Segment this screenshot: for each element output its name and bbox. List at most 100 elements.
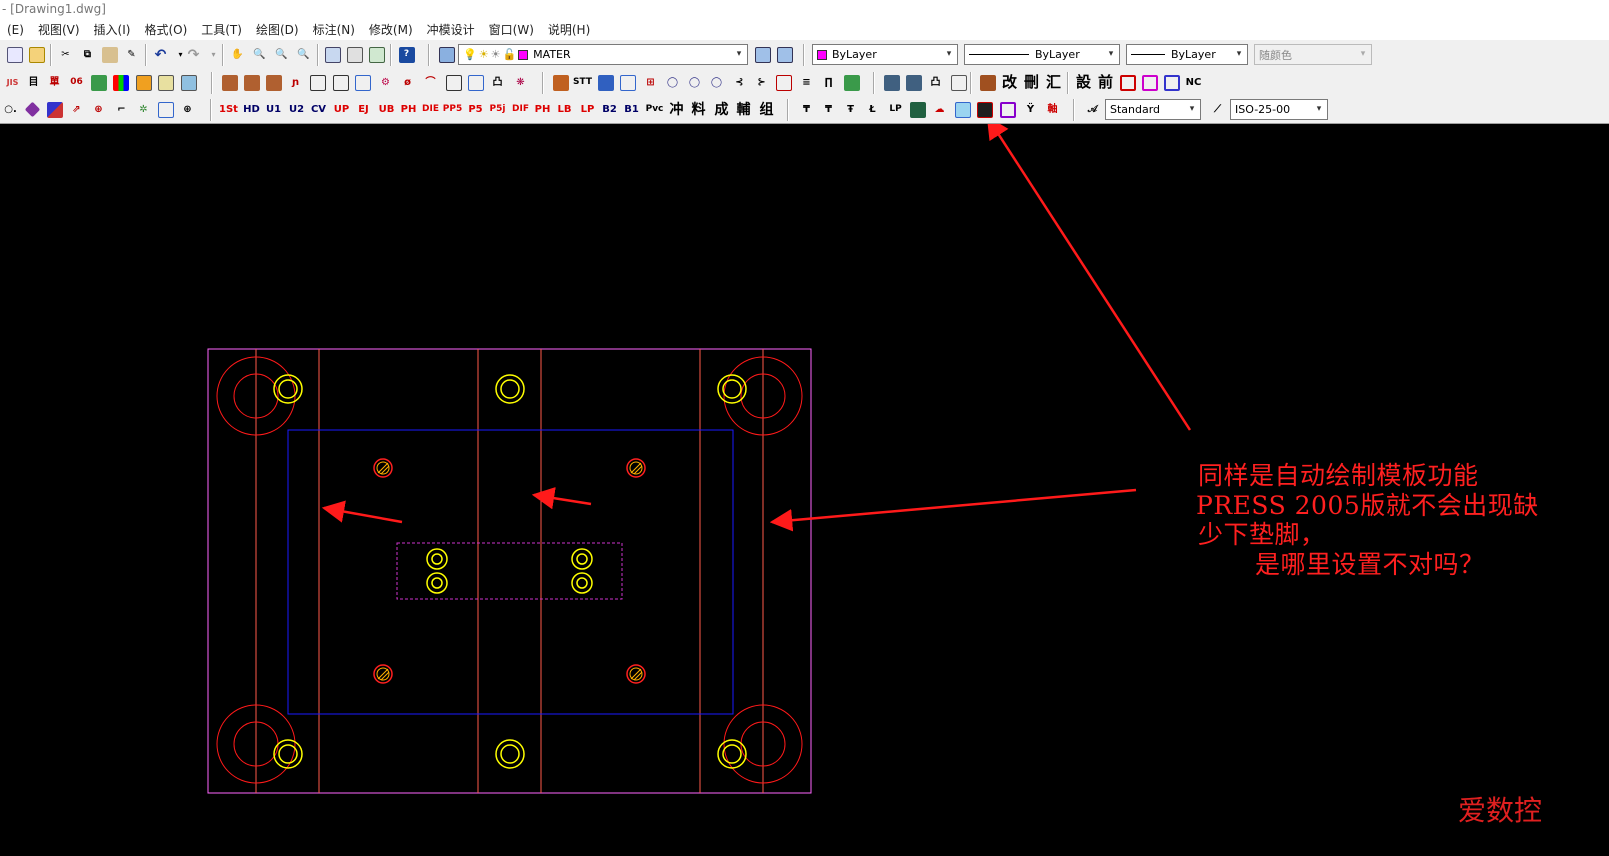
tool-icon[interactable] bbox=[44, 99, 65, 120]
circle-icon[interactable]: ◯ bbox=[706, 72, 727, 93]
die-icon[interactable] bbox=[263, 72, 284, 93]
punch-tool-icon[interactable]: ₸ bbox=[818, 99, 839, 120]
dim-style-icon[interactable]: ⟋ bbox=[1207, 99, 1228, 120]
tool-icon[interactable]: ⊞ bbox=[640, 72, 661, 93]
tool-icon[interactable]: ø bbox=[397, 72, 418, 93]
paste-icon[interactable] bbox=[99, 44, 120, 65]
table-icon[interactable] bbox=[133, 72, 154, 93]
tool-icon[interactable] bbox=[465, 72, 486, 93]
zoom-window-icon[interactable]: 🔍 bbox=[271, 44, 292, 65]
tool-icon[interactable]: ≡ bbox=[796, 72, 817, 93]
cut-icon[interactable]: ✂ bbox=[55, 44, 76, 65]
tool-icon[interactable]: ⌒ bbox=[420, 72, 441, 93]
auxiliary-icon[interactable]: 輔 bbox=[733, 99, 754, 120]
parts-icon[interactable]: 單 bbox=[44, 72, 65, 93]
part-icon[interactable]: U2 bbox=[286, 99, 307, 120]
tool-icon[interactable] bbox=[974, 99, 995, 120]
tool-icon[interactable]: 軸 bbox=[1042, 99, 1063, 120]
tool-icon[interactable] bbox=[948, 72, 969, 93]
part-icon[interactable]: PH bbox=[398, 99, 419, 120]
tool-icon[interactable] bbox=[1117, 72, 1138, 93]
part-icon[interactable]: UP bbox=[331, 99, 352, 120]
tool-icon[interactable] bbox=[550, 72, 571, 93]
menu-modify[interactable]: 修改(M) bbox=[362, 20, 420, 40]
tool-icon[interactable] bbox=[22, 99, 43, 120]
sheet-icon[interactable] bbox=[155, 72, 176, 93]
part-icon[interactable]: Pvc bbox=[644, 99, 665, 120]
menu-insert[interactable]: 插入(I) bbox=[87, 20, 138, 40]
punch-tool-icon[interactable]: Ŧ bbox=[840, 99, 861, 120]
punch-tool-icon[interactable]: Ł bbox=[862, 99, 883, 120]
tool-icon[interactable]: ⊕ bbox=[88, 99, 109, 120]
match-properties-icon[interactable]: ✎ bbox=[121, 44, 142, 65]
menu-edit[interactable]: (E) bbox=[0, 20, 31, 40]
part-icon[interactable]: HD bbox=[241, 99, 262, 120]
part-icon[interactable]: UB bbox=[376, 99, 397, 120]
dim-style-combo[interactable]: ISO-25-00 ▾ bbox=[1230, 99, 1328, 120]
part-icon[interactable]: P5 bbox=[465, 99, 486, 120]
part-icon[interactable]: LB bbox=[554, 99, 575, 120]
new-icon[interactable] bbox=[4, 44, 25, 65]
tool-icon[interactable]: ⊕ bbox=[177, 99, 198, 120]
copy-icon[interactable]: ⧉ bbox=[77, 44, 98, 65]
zoom-realtime-icon[interactable]: 🔍 bbox=[249, 44, 270, 65]
layer-combo[interactable]: 💡 ☀ ☀ 🔓 MATER ▾ bbox=[458, 44, 748, 65]
tool-icon[interactable] bbox=[907, 99, 928, 120]
menu-format[interactable]: 格式(O) bbox=[137, 20, 194, 40]
stt-icon[interactable]: STT bbox=[572, 72, 593, 93]
pan-icon[interactable]: ✋ bbox=[227, 44, 248, 65]
part-icon[interactable]: EJ bbox=[353, 99, 374, 120]
group-icon[interactable]: 组 bbox=[756, 99, 777, 120]
tool-icon[interactable]: 凸 bbox=[925, 72, 946, 93]
tool-icon[interactable]: ✲ bbox=[133, 99, 154, 120]
part-icon[interactable]: B1 bbox=[621, 99, 642, 120]
nc-icon[interactable]: NC bbox=[1183, 72, 1204, 93]
menu-dimension[interactable]: 标注(N) bbox=[306, 20, 362, 40]
tool-icon[interactable] bbox=[1161, 72, 1182, 93]
tool-icon[interactable]: 凸 bbox=[487, 72, 508, 93]
drawing-canvas[interactable]: 同样是自动绘制模板功能 PRESS 2005版就不会出现缺 少下垫脚， 是哪里设… bbox=[0, 124, 1609, 856]
punch-icon[interactable]: 冲 bbox=[666, 99, 687, 120]
tool-icon[interactable] bbox=[155, 99, 176, 120]
redo-dropdown-icon[interactable]: ▾ bbox=[203, 44, 224, 65]
open-icon[interactable] bbox=[26, 44, 47, 65]
color-grid-icon[interactable] bbox=[110, 72, 131, 93]
modify-icon[interactable]: 改 bbox=[999, 72, 1020, 93]
tool-icon[interactable] bbox=[773, 72, 794, 93]
layer-properties-icon[interactable] bbox=[436, 44, 457, 65]
menu-tools[interactable]: 工具(T) bbox=[194, 20, 249, 40]
tool-icon[interactable] bbox=[841, 72, 862, 93]
palette-icon[interactable] bbox=[88, 72, 109, 93]
tool-icon[interactable]: JIS bbox=[2, 72, 23, 93]
tool-icon[interactable]: ∏ bbox=[818, 72, 839, 93]
menu-die-design[interactable]: 冲模设计 bbox=[420, 20, 482, 40]
tool-icon[interactable] bbox=[595, 72, 616, 93]
text-style-combo[interactable]: Standard ▾ bbox=[1105, 99, 1201, 120]
tool-icon[interactable] bbox=[443, 72, 464, 93]
tool-icon[interactable]: ❋ bbox=[510, 72, 531, 93]
lineweight-combo[interactable]: ByLayer ▾ bbox=[1126, 44, 1248, 65]
tool-icon[interactable] bbox=[1139, 72, 1160, 93]
delete-icon[interactable]: 刪 bbox=[1021, 72, 1042, 93]
part-icon[interactable]: PH bbox=[532, 99, 553, 120]
menu-view[interactable]: 视图(V) bbox=[31, 20, 87, 40]
properties-icon[interactable] bbox=[322, 44, 343, 65]
punch-tool-icon[interactable]: ₸ bbox=[796, 99, 817, 120]
menu-draw[interactable]: 绘图(D) bbox=[249, 20, 306, 40]
part-icon[interactable]: PP5 bbox=[442, 99, 463, 120]
tool-icon[interactable] bbox=[977, 72, 998, 93]
circle-icon[interactable]: ◯ bbox=[662, 72, 683, 93]
bend-icon[interactable]: ɲ bbox=[285, 72, 306, 93]
front-icon[interactable]: 前 bbox=[1095, 72, 1116, 93]
tool-icon[interactable] bbox=[997, 99, 1018, 120]
list-icon[interactable]: 目 bbox=[23, 72, 44, 93]
material-icon[interactable]: 料 bbox=[688, 99, 709, 120]
part-icon[interactable]: CV bbox=[308, 99, 329, 120]
tool-icon[interactable] bbox=[352, 72, 373, 93]
circle-icon[interactable]: ◯ bbox=[684, 72, 705, 93]
part-icon[interactable]: B2 bbox=[599, 99, 620, 120]
die-icon[interactable] bbox=[219, 72, 240, 93]
zoom-previous-icon[interactable]: 🔍 bbox=[293, 44, 314, 65]
part-icon[interactable]: DIE bbox=[420, 99, 441, 120]
tool-icon[interactable] bbox=[903, 72, 924, 93]
